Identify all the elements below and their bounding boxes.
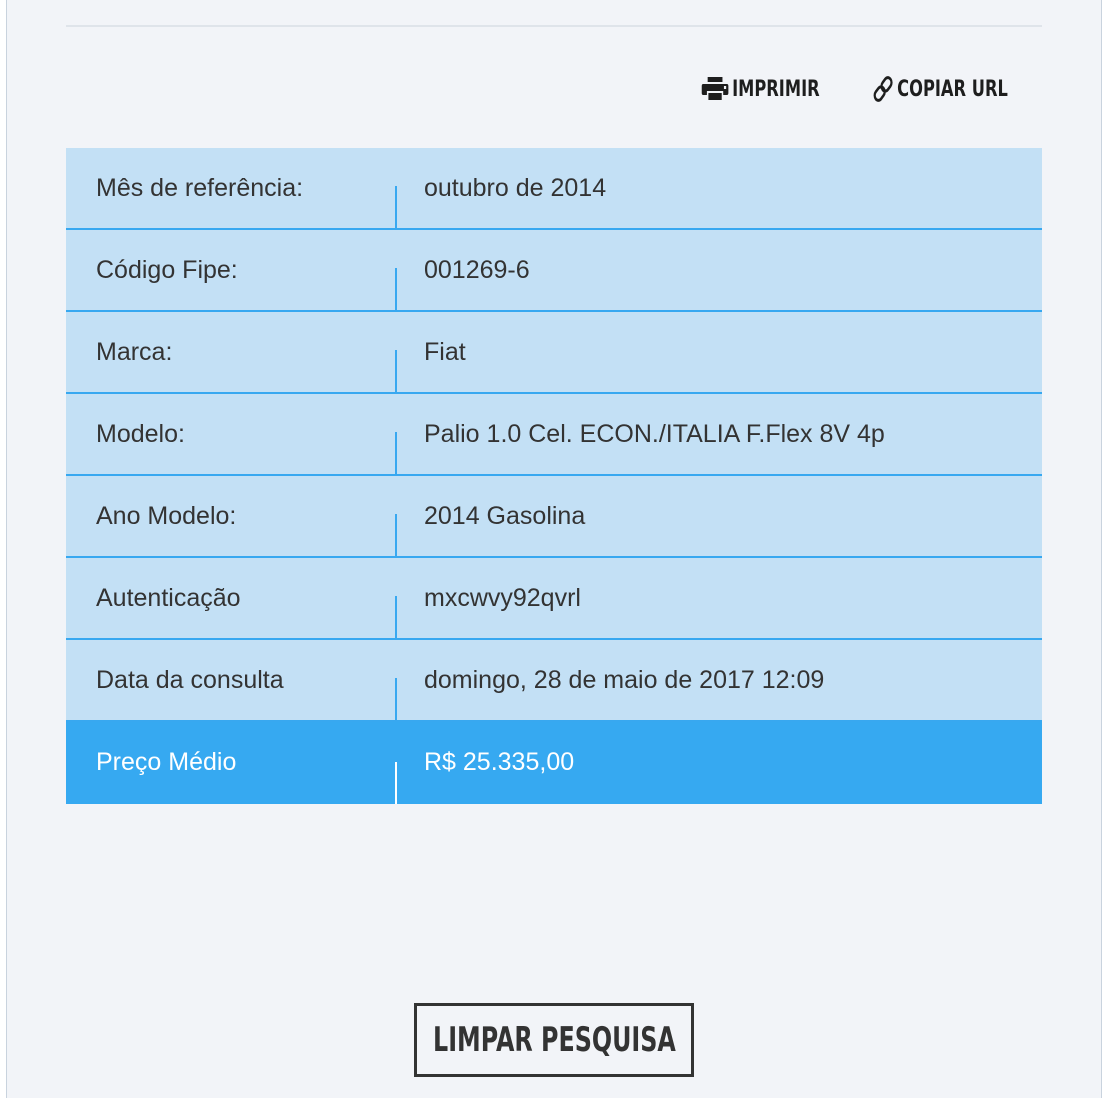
clear-search-button[interactable]: LIMPAR PESQUISA (414, 1003, 694, 1077)
column-separator (395, 432, 397, 474)
column-separator (395, 762, 397, 804)
row-label: Data da consulta (96, 666, 284, 694)
column-separator (395, 678, 397, 720)
row-label: Marca: (96, 338, 173, 366)
copy-url-label: COPIAR URL (897, 76, 1008, 102)
clear-search-label: LIMPAR PESQUISA (432, 1020, 676, 1060)
print-button[interactable]: IMPRIMIR (701, 70, 820, 108)
column-separator (395, 268, 397, 310)
column-separator (395, 350, 397, 392)
price-label: Preço Médio (96, 748, 237, 776)
column-separator (395, 514, 397, 556)
print-label: IMPRIMIR (732, 76, 820, 102)
price-value: R$ 25.335,00 (424, 748, 575, 776)
table-row: Mês de referência: outubro de 2014 (66, 148, 1042, 230)
price-row: Preço Médio R$ 25.335,00 (66, 722, 1042, 804)
table-row: Marca: Fiat (66, 312, 1042, 394)
row-label: Autenticação (96, 584, 241, 612)
copy-url-button[interactable]: COPIAR URL (872, 70, 1008, 108)
table-row: Código Fipe: 001269-6 (66, 230, 1042, 312)
table-row: Ano Modelo: 2014 Gasolina (66, 476, 1042, 558)
table-row: Modelo: Palio 1.0 Cel. ECON./ITALIA F.Fl… (66, 394, 1042, 476)
table-row: Data da consulta domingo, 28 de maio de … (66, 640, 1042, 722)
divider (66, 25, 1042, 27)
table-row: Autenticação mxcwvy92qvrl (66, 558, 1042, 640)
printer-icon (701, 76, 729, 102)
row-value: Palio 1.0 Cel. ECON./ITALIA F.Flex 8V 4p (424, 420, 885, 448)
row-value: mxcwvy92qvrl (424, 584, 581, 612)
row-value: outubro de 2014 (424, 174, 607, 202)
row-value: domingo, 28 de maio de 2017 12:09 (424, 666, 825, 694)
row-value: 001269-6 (424, 256, 530, 284)
row-value: 2014 Gasolina (424, 502, 586, 530)
column-separator (395, 596, 397, 638)
link-icon (872, 74, 894, 104)
column-separator (395, 186, 397, 228)
row-label: Modelo: (96, 420, 185, 448)
row-label: Código Fipe: (96, 256, 238, 284)
row-label: Mês de referência: (96, 174, 304, 202)
row-label: Ano Modelo: (96, 502, 237, 530)
row-value: Fiat (424, 338, 466, 366)
vehicle-price-table: Mês de referência: outubro de 2014 Códig… (66, 148, 1042, 804)
